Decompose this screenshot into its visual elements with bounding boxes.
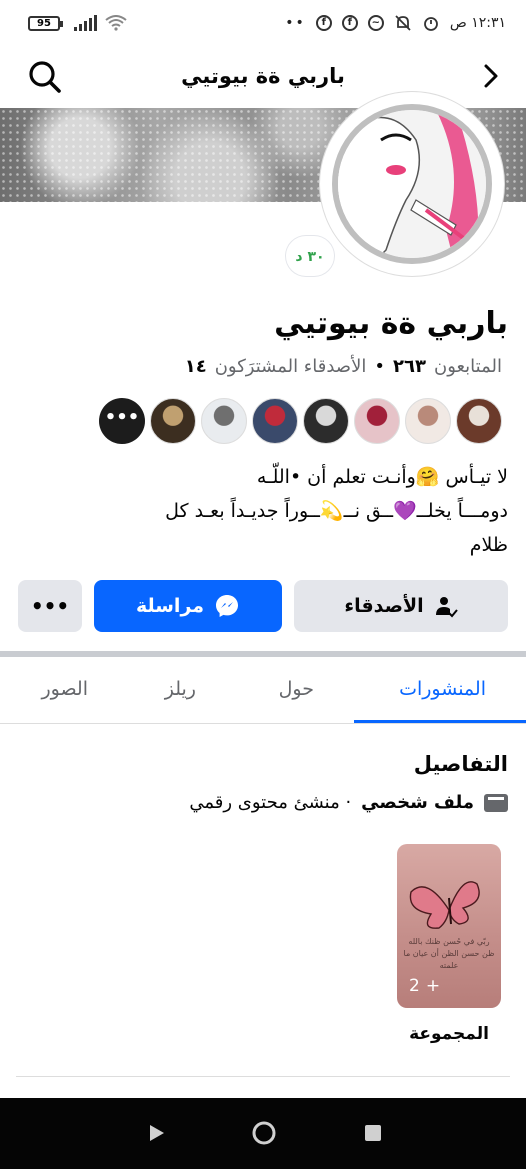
page-type-icon — [484, 793, 508, 812]
wifi-icon — [105, 15, 127, 31]
plus-icon: + — [425, 976, 441, 996]
butterfly-icon — [409, 881, 480, 929]
bottom-divider — [16, 1076, 510, 1077]
followers-count[interactable]: ٢٦٣ — [393, 356, 426, 377]
mutual-friends-count[interactable]: ١٤ — [185, 356, 207, 377]
profile-type-bold: ملف شخصي — [361, 792, 474, 813]
group-count: 2 + — [409, 976, 440, 996]
friend-avatar[interactable] — [201, 398, 247, 444]
signal-icon — [74, 15, 97, 31]
stats-separator: • — [374, 356, 385, 377]
bio-line: لا تيـأس 🤗وأنـت تعلم أن •اللّـه — [256, 466, 508, 488]
alarm-icon — [423, 17, 438, 31]
nav-home-icon[interactable] — [249, 1118, 279, 1148]
avatar-image — [332, 104, 492, 264]
tab-about[interactable]: حول — [279, 678, 314, 700]
mute-icon — [395, 15, 411, 31]
profile-avatar[interactable] — [320, 92, 504, 276]
online-status-badge: ٣٠ د — [286, 236, 334, 276]
profile-bio: لا تيـأس 🤗وأنـت تعلم أن •اللّـه دومـــاً… — [18, 460, 508, 562]
search-icon[interactable] — [26, 58, 64, 96]
status-left: 95 — [28, 15, 127, 31]
facebook-icon: f — [315, 15, 332, 31]
friend-avatar[interactable] — [405, 398, 451, 444]
tab-reels[interactable]: ريلز — [165, 678, 196, 700]
avatar-illustration — [338, 110, 486, 258]
top-header: باربي ةة بيوتيي — [0, 50, 526, 106]
header-title: باربي ةة بيوتيي — [181, 64, 345, 88]
profile-tabs: المنشورات حول ريلز الصور — [0, 660, 526, 724]
followers-label[interactable]: المتابعون — [434, 356, 502, 377]
status-time: ١٢:٣١ ص — [449, 15, 506, 31]
section-divider — [0, 651, 526, 657]
battery-icon: 95 — [28, 15, 63, 31]
friend-avatar[interactable] — [456, 398, 502, 444]
group-card-text: ربّي في حُسن ظنك بالله ظن حسن الظن أن عي… — [403, 937, 495, 970]
details-title: التفاصيل — [413, 752, 508, 776]
mutual-friends-label[interactable]: الأصدقاء المشترَكون — [215, 356, 367, 377]
profile-name: باربي ةة بيوتيي — [274, 306, 508, 341]
mutual-friends-row: ••• — [99, 398, 502, 444]
friend-avatar[interactable] — [252, 398, 298, 444]
messenger-icon: ~ — [367, 15, 384, 31]
tab-photos[interactable]: الصور — [41, 678, 88, 700]
status-right: •• f f ~ ١٢:٣١ ص — [285, 14, 506, 32]
bio-line: دومـــاً يخلــ💜ــق نــ💫ــوراً جديـداً بع… — [165, 500, 508, 522]
nav-back-icon[interactable] — [142, 1118, 172, 1148]
status-bar: 95 •• f f ~ ١٢:٣١ ص — [0, 0, 526, 50]
friend-check-icon — [435, 597, 458, 618]
friend-avatar[interactable] — [150, 398, 196, 444]
profile-stats: المتابعون ٢٦٣ • الأصدقاء المشترَكون ١٤ — [185, 356, 502, 377]
more-options-button[interactable]: ••• — [18, 580, 82, 632]
details-profile-type: ملف شخصي · منشئ محتوى رقمي — [189, 792, 508, 813]
profile-type-category: · منشئ محتوى رقمي — [189, 792, 352, 813]
nav-recent-apps-icon[interactable] — [358, 1118, 388, 1148]
bio-line: ظلام — [469, 534, 508, 556]
status-dots: •• — [285, 15, 306, 31]
active-tab-indicator — [354, 720, 526, 723]
more-friends-button[interactable]: ••• — [99, 398, 145, 444]
facebook-icon: f — [341, 15, 358, 31]
friends-button-label: الأصدقاء — [344, 595, 424, 617]
group-count-number: 2 — [409, 976, 420, 996]
friend-avatar[interactable] — [303, 398, 349, 444]
friends-button[interactable]: الأصدقاء — [294, 580, 508, 632]
message-button[interactable]: مراسلة — [94, 580, 282, 632]
message-button-label: مراسلة — [135, 595, 205, 617]
group-label[interactable]: المجموعة — [398, 1024, 500, 1044]
android-nav-bar — [0, 1098, 526, 1169]
group-card[interactable]: ربّي في حُسن ظنك بالله ظن حسن الظن أن عي… — [397, 844, 501, 1008]
tab-posts[interactable]: المنشورات — [399, 678, 486, 700]
friend-avatar[interactable] — [354, 398, 400, 444]
messenger-icon — [216, 595, 239, 617]
